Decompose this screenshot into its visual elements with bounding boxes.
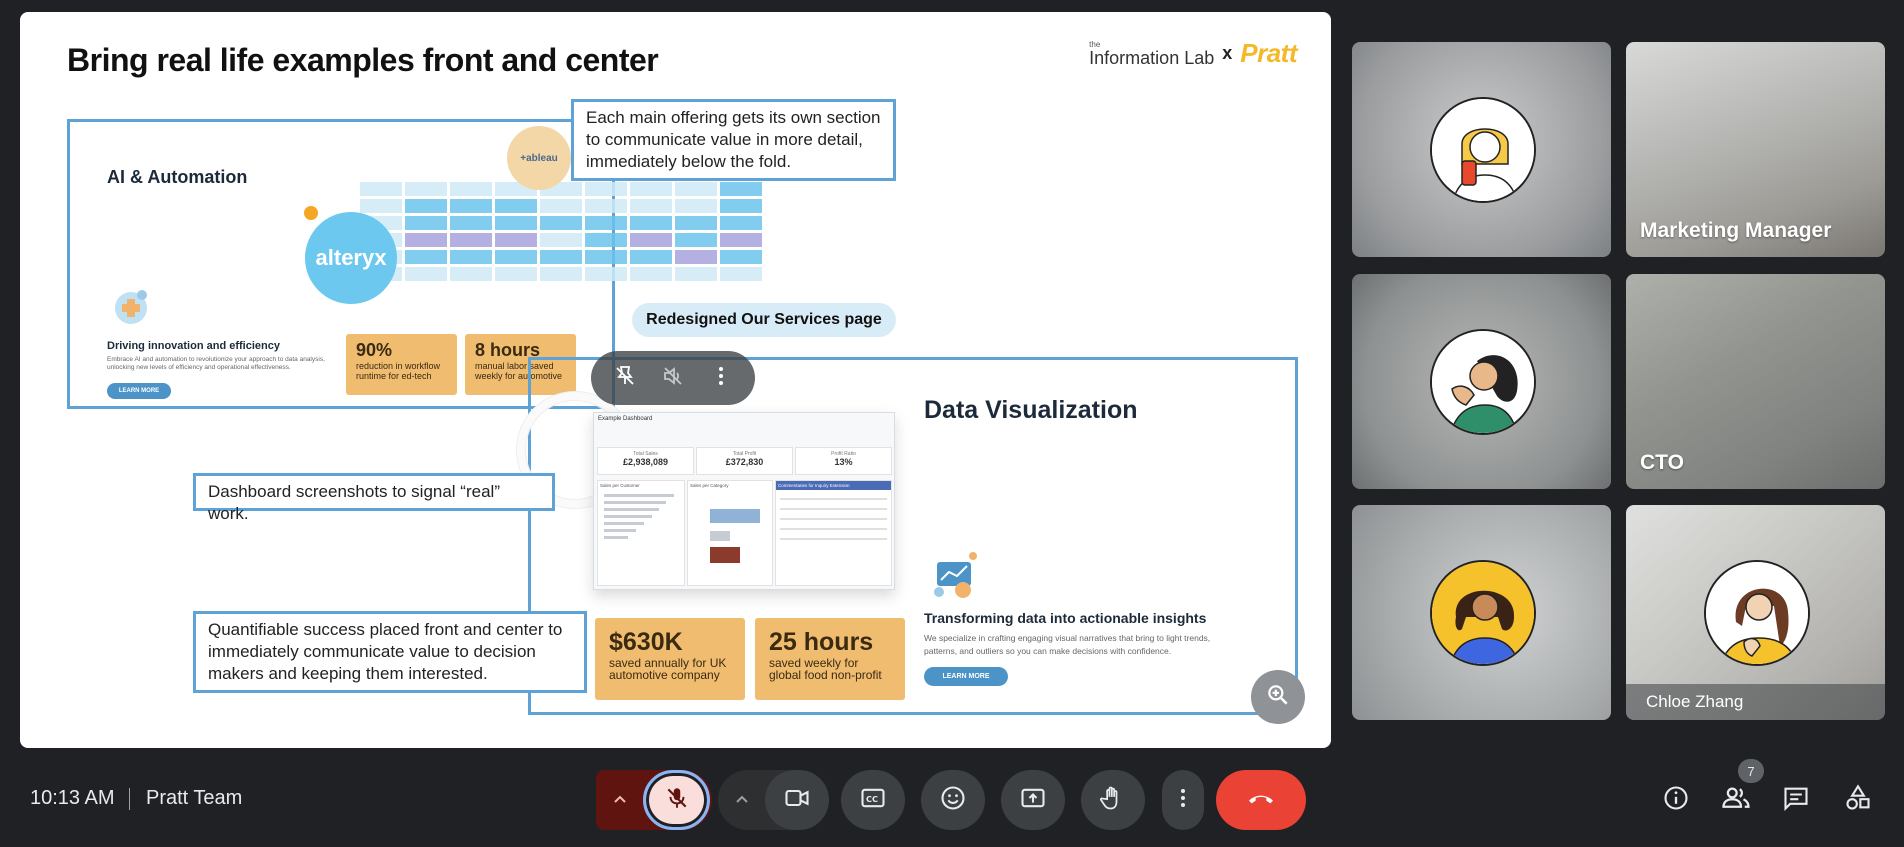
raise-hand-icon <box>1099 784 1127 817</box>
dashboard-panel-commentary: Commentaries for Inquiry Extension <box>775 480 892 586</box>
alteryx-dot <box>304 206 318 220</box>
zoom-in-button[interactable] <box>1251 670 1305 724</box>
example-dashboard-image: Example Dashboard Total Sales £2,938,089… <box>593 412 895 590</box>
participant-avatar-5 <box>1430 560 1536 666</box>
people-button[interactable] <box>1714 778 1758 822</box>
zoom-in-icon <box>1265 682 1291 713</box>
participant-tile-3[interactable] <box>1352 274 1611 489</box>
participant-tile-5[interactable] <box>1352 505 1611 720</box>
raise-hand-button[interactable] <box>1081 770 1145 830</box>
meeting-clock: 10:13 AM <box>30 787 115 809</box>
information-lab-logo: the Information Lab <box>1089 39 1215 68</box>
participant-avatar-3 <box>1430 329 1536 435</box>
brand-x: x <box>1222 43 1233 63</box>
ai-learn-more-button: LEARN MORE <box>107 383 171 399</box>
participant-name-strip: Chloe Zhang <box>1626 684 1885 720</box>
ai-subheading: Driving innovation and efficiency <box>107 340 280 352</box>
dashboard-panel-customer: Sales per Customer <box>597 480 685 586</box>
dv-learn-more-button: LEARN MORE <box>924 667 1008 686</box>
dashboard-kpi-3: Profit Ratio 13% <box>795 447 892 475</box>
dashboard-kpi-2: Total Profit £372,830 <box>696 447 793 475</box>
dv-stat-1: $630K saved annually for UK automotive c… <box>595 618 745 700</box>
svg-text:CC: CC <box>866 794 878 804</box>
end-call-icon <box>1245 782 1277 819</box>
participant-tile-4[interactable]: CTO <box>1626 274 1885 489</box>
meet-stage: Bring real life examples front and cente… <box>0 0 1904 847</box>
dv-illustration-icon <box>927 548 983 604</box>
activities-button[interactable] <box>1836 778 1880 822</box>
more-options-icon[interactable] <box>709 364 733 393</box>
volume-off-icon[interactable] <box>661 364 685 393</box>
reactions-button[interactable] <box>921 770 985 830</box>
microphone-off-icon <box>664 785 690 816</box>
present-screen-icon <box>1019 784 1047 817</box>
dv-heading: Data Visualization <box>924 396 1138 424</box>
presenter-overlay-controls <box>591 351 755 405</box>
more-options-button[interactable] <box>1162 770 1204 830</box>
ai-illustration-icon <box>110 287 152 329</box>
audio-options-button[interactable] <box>610 790 630 815</box>
slide-title: Bring real life examples front and cente… <box>67 42 659 78</box>
brand-logos: the Information Lab x Pratt <box>1089 38 1297 69</box>
participant-name-4: CTO <box>1640 451 1684 474</box>
video-options-button[interactable] <box>732 790 752 815</box>
dv-subheading: Transforming data into actionable insigh… <box>924 610 1207 626</box>
ai-decor-grid <box>360 182 762 281</box>
callout-redesigned: Redesigned Our Services page <box>632 303 896 337</box>
presentation-view: Bring real life examples front and cente… <box>20 12 1331 748</box>
ai-stat-1: 90% reduction in workflow runtime for ed… <box>346 334 457 395</box>
tableau-logo: +ableau <box>507 126 571 190</box>
chat-button[interactable] <box>1774 778 1818 822</box>
alteryx-logo: alteryx <box>305 212 397 304</box>
participant-tile-6[interactable]: Chloe Zhang <box>1626 505 1885 720</box>
callout-quantifiable: Quantifiable success placed front and ce… <box>193 611 587 693</box>
dv-stat-2-label: saved weekly for global food non-profit <box>769 656 882 682</box>
ai-heading: AI & Automation <box>107 167 248 187</box>
participant-tile-2[interactable]: Marketing Manager <box>1626 42 1885 257</box>
meeting-name: Pratt Team <box>146 787 243 809</box>
info-icon <box>1662 784 1690 817</box>
more-vertical-icon <box>1171 786 1195 815</box>
callout-dashboard: Dashboard screenshots to signal “real” w… <box>193 473 555 523</box>
microphone-toggle-button[interactable] <box>643 770 710 830</box>
chevron-up-icon <box>736 795 748 803</box>
dv-stat-1-label: saved annually for UK automotive company <box>609 656 727 682</box>
dashboard-title: Example Dashboard <box>598 416 653 422</box>
pratt-logo: Pratt <box>1240 38 1297 68</box>
participant-name-2: Marketing Manager <box>1640 219 1832 242</box>
callout-offering: Each main offering gets its own section … <box>571 99 896 181</box>
dv-stat-2: 25 hours saved weekly for global food no… <box>755 618 905 700</box>
pin-off-icon[interactable] <box>613 364 637 393</box>
people-icon <box>1721 783 1751 818</box>
people-count-badge: 7 <box>1738 759 1764 783</box>
bottom-bar-divider <box>129 788 130 810</box>
dv-stat-1-value: $630K <box>609 628 683 656</box>
dv-stat-2-value: 25 hours <box>769 628 874 656</box>
camera-icon <box>783 784 811 817</box>
dashboard-panel-category: Sales per Category <box>687 480 773 586</box>
dv-body-text: We specialize in crafting engaging visua… <box>924 633 1211 656</box>
ai-stat-1-value: 90% <box>356 340 393 360</box>
present-screen-button[interactable] <box>1001 770 1065 830</box>
dashboard-kpi-1: Total Sales £2,938,089 <box>597 447 694 475</box>
meeting-details-button[interactable] <box>1654 778 1698 822</box>
chat-icon <box>1782 784 1810 817</box>
chevron-up-icon <box>614 795 626 803</box>
emoji-icon <box>939 784 967 817</box>
participant-name-6: Chloe Zhang <box>1646 692 1744 711</box>
participant-avatar-1 <box>1430 97 1536 203</box>
activities-icon <box>1844 783 1872 817</box>
leave-call-button[interactable] <box>1216 770 1306 830</box>
camera-toggle-button[interactable] <box>765 770 829 830</box>
closed-captions-icon: CC <box>859 784 887 817</box>
participant-avatar-6 <box>1704 560 1810 666</box>
participant-tile-1[interactable] <box>1352 42 1611 257</box>
captions-button[interactable]: CC <box>841 770 905 830</box>
ai-stat-1-label: reduction in workflow runtime for ed-tec… <box>356 361 441 381</box>
ai-body-text: Embrace AI and automation to revolutioni… <box>107 356 325 371</box>
